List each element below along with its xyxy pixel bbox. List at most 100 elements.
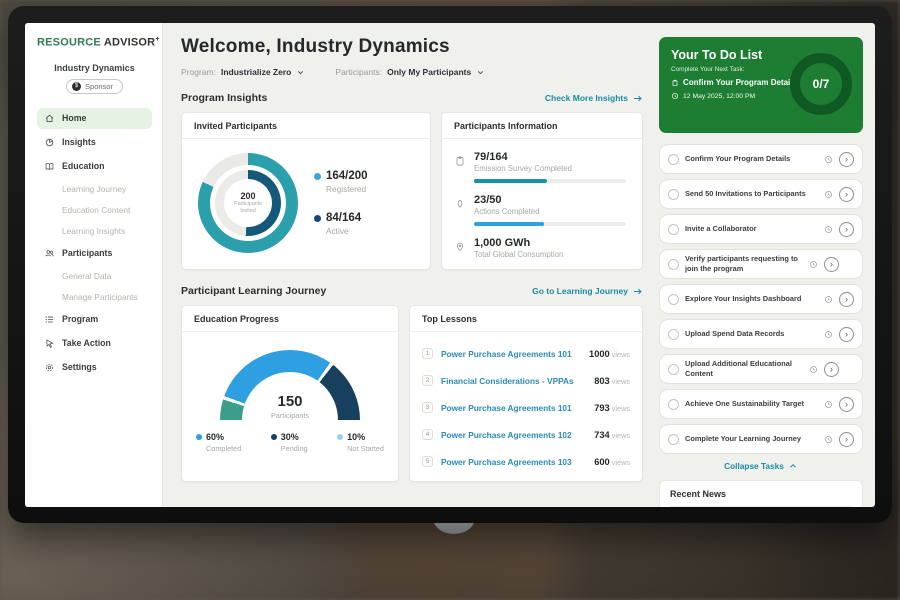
sidebar-item-education[interactable]: Education [37, 156, 152, 177]
task-row-upload-educational-content[interactable]: Upload Additional Educational Content › [659, 354, 863, 384]
task-checkbox[interactable] [668, 154, 679, 165]
check-more-insights-label: Check More Insights [545, 93, 628, 103]
program-insights-header: Program Insights Check More Insights [181, 92, 643, 104]
monitor-bezel: RESOURCE ADVISOR+ Industry Dynamics $ Sp… [8, 6, 892, 523]
task-checkbox[interactable] [668, 224, 679, 235]
lesson-row: 5 Power Purchase Agreements 103 600 view… [422, 448, 630, 475]
sidebar-item-learning-insights[interactable]: Learning Insights [37, 222, 152, 241]
chevron-right-button[interactable]: › [839, 187, 854, 202]
sponsor-icon: $ [72, 82, 81, 91]
education-progress-title: Education Progress [182, 306, 398, 332]
participants-select[interactable]: Participants: Only My Participants [335, 67, 485, 77]
program-select[interactable]: Program: Industrialize Zero [181, 67, 305, 77]
task-row-verify-participants[interactable]: Verify participants requesting to join t… [659, 249, 863, 279]
task-row-achieve-target[interactable]: Achieve One Sustainability Target › [659, 389, 863, 419]
task-checkbox[interactable] [668, 259, 679, 270]
program-label: Program: [181, 67, 216, 77]
check-more-insights-link[interactable]: Check More Insights [545, 93, 643, 104]
gauge-center: 150 Participants [220, 393, 360, 420]
collapse-tasks-link[interactable]: Collapse Tasks [659, 461, 863, 471]
sidebar-item-insights[interactable]: Insights [37, 132, 152, 153]
clipboard-icon [454, 155, 466, 167]
registered-dot-icon [314, 173, 321, 180]
lesson-rank: 2 [422, 375, 433, 386]
task-row-complete-learning-journey[interactable]: Complete Your Learning Journey › [659, 424, 863, 454]
chevron-right-button[interactable]: › [824, 257, 839, 272]
go-to-learning-journey-label: Go to Learning Journey [532, 286, 628, 296]
emission-progress-bar [474, 179, 626, 183]
task-checkbox[interactable] [668, 329, 679, 340]
lesson-row: 3 Power Purchase Agreements 101 793 view… [422, 394, 630, 421]
task-row-invite-collaborator[interactable]: Invite a Collaborator › [659, 214, 863, 244]
logo-resource: RESOURCE [37, 37, 101, 49]
chevron-right-button[interactable]: › [839, 152, 854, 167]
sidebar-item-participants[interactable]: Participants [37, 243, 152, 264]
chevron-right-button[interactable]: › [839, 432, 854, 447]
recent-news-title: Recent News [670, 489, 852, 499]
task-checkbox[interactable] [668, 364, 679, 375]
invited-legend: 164/200 Registered 84/164 Active [314, 170, 368, 236]
task-row-explore-insights[interactable]: Explore Your Insights Dashboard › [659, 284, 863, 314]
stat-actions: 23/50 Actions Completed [454, 194, 626, 226]
journey-cards-row: Education Progress 150 Participants 60% [181, 305, 643, 482]
clock-icon [671, 92, 679, 100]
lesson-link[interactable]: Power Purchase Agreements 101 [441, 349, 581, 359]
sidebar-item-education-content[interactable]: Education Content [37, 201, 152, 220]
education-progress-card: Education Progress 150 Participants 60% [181, 305, 399, 482]
go-to-learning-journey-link[interactable]: Go to Learning Journey [532, 286, 643, 297]
legend-active: 84/164 Active [314, 212, 368, 236]
chevron-right-button[interactable]: › [839, 292, 854, 307]
completed-dot-icon [196, 434, 202, 440]
sidebar-item-label: Program [62, 314, 98, 324]
sidebar-item-label: Home [62, 113, 86, 123]
arrow-right-icon [632, 286, 643, 297]
insights-cards-row: Invited Participants 200 Participants In… [181, 112, 643, 270]
todo-column: Your To Do List Complete Your Next Task:… [653, 23, 875, 507]
task-checkbox[interactable] [668, 434, 679, 445]
lesson-link[interactable]: Power Purchase Agreements 102 [441, 430, 586, 440]
sponsor-badge[interactable]: $ Sponsor [66, 79, 123, 94]
list-icon [44, 314, 55, 325]
lesson-rank: 3 [422, 402, 433, 413]
lesson-link[interactable]: Power Purchase Agreements 103 [441, 457, 586, 467]
sidebar-item-take-action[interactable]: Take Action [37, 333, 152, 354]
pointer-icon [44, 338, 55, 349]
app-logo: RESOURCE ADVISOR+ [37, 36, 152, 49]
sidebar-item-label: Participants [62, 248, 112, 258]
task-checkbox[interactable] [668, 189, 679, 200]
chevron-right-button[interactable]: › [839, 397, 854, 412]
stat-emission-survey: 79/164 Emission Survey Completed [454, 151, 626, 183]
chevron-right-button[interactable]: › [839, 327, 854, 342]
task-row-send-invitations[interactable]: Send 50 Invitations to Participants › [659, 179, 863, 209]
legend-pending: 30% Pending [271, 432, 308, 453]
task-list: Confirm Your Program Details › Send 50 I… [659, 144, 863, 454]
sidebar-nav: Home Insights Education Learning Journey… [37, 108, 152, 378]
lesson-link[interactable]: Power Purchase Agreements 101 [441, 403, 586, 413]
legend-completed: 60% Completed [196, 432, 241, 453]
invited-participants-card: Invited Participants 200 Participants In… [181, 112, 431, 270]
sidebar-item-manage-participants[interactable]: Manage Participants [37, 288, 152, 307]
sidebar-item-settings[interactable]: Settings [37, 357, 152, 378]
chevron-right-button[interactable]: › [839, 222, 854, 237]
invited-participants-title: Invited Participants [182, 113, 430, 139]
task-checkbox[interactable] [668, 294, 679, 305]
sidebar: RESOURCE ADVISOR+ Industry Dynamics $ Sp… [25, 23, 163, 507]
clock-icon [809, 260, 818, 269]
task-checkbox[interactable] [668, 399, 679, 410]
lesson-row: 2 Financial Considerations - VPPAs 803 v… [422, 367, 630, 394]
sidebar-item-program[interactable]: Program [37, 309, 152, 330]
task-row-confirm-program[interactable]: Confirm Your Program Details › [659, 144, 863, 174]
arrow-right-icon [632, 93, 643, 104]
chevron-up-icon [788, 461, 798, 471]
task-row-upload-spend-data[interactable]: Upload Spend Data Records › [659, 319, 863, 349]
clock-icon [824, 190, 833, 199]
sidebar-item-home[interactable]: Home [37, 108, 152, 129]
sidebar-item-general-data[interactable]: General Data [37, 267, 152, 286]
lesson-row: 1 Power Purchase Agreements 101 1000 vie… [422, 340, 630, 367]
lesson-link[interactable]: Financial Considerations - VPPAs [441, 376, 586, 386]
chevron-right-button[interactable]: › [824, 362, 839, 377]
sponsor-badge-label: Sponsor [85, 82, 113, 91]
sidebar-item-learning-journey[interactable]: Learning Journey [37, 180, 152, 199]
home-icon [44, 113, 55, 124]
sidebar-item-label: Insights [62, 137, 96, 147]
